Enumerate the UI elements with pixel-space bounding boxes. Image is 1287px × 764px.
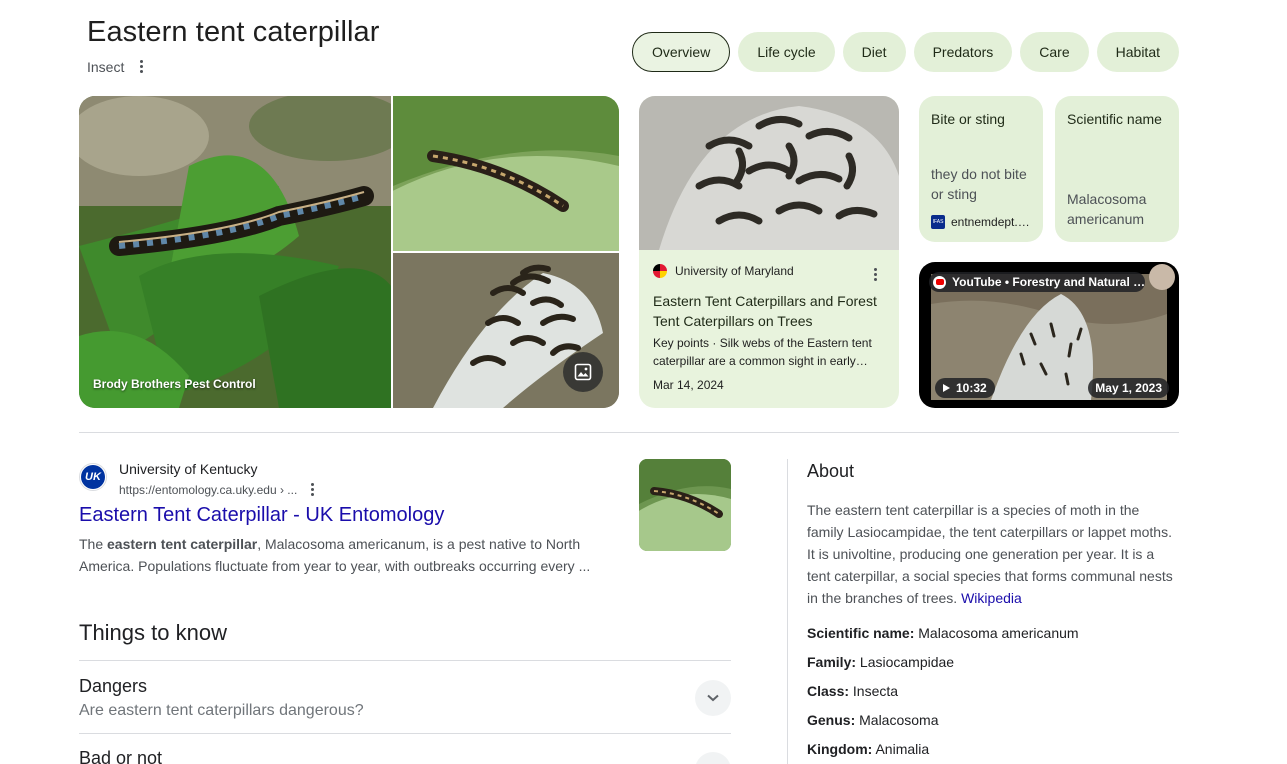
column-divider [787,459,788,764]
image-caption: Brody Brothers Pest Control [93,377,256,391]
fact-value: Malacosoma americanum [1067,191,1147,227]
umd-article-date: Mar 14, 2024 [653,378,724,392]
video-duration-badge: 10:32 [935,378,995,398]
caterpillar-leaf-image[interactable] [393,96,619,251]
fact-row: Kingdom: Animalia [807,741,930,757]
uk-logo-icon: UK [81,465,105,489]
scientific-name-card[interactable]: Scientific name Malacosoma americanum [1055,96,1179,242]
umd-article-image [639,96,899,250]
tab-predators[interactable]: Predators [913,32,1013,72]
umd-source: University of Maryland [653,264,794,278]
wikipedia-link[interactable]: Wikipedia [961,590,1022,606]
bite-or-sting-card[interactable]: Bite or sting they do not bite or sting … [919,96,1043,242]
fact-value: they do not bite or sting [931,166,1027,202]
accordion-question: Dangers [79,676,148,696]
more-images-button[interactable] [563,352,603,392]
about-facts: Scientific name: Malacosoma americanum F… [807,625,1079,764]
umd-logo-icon [653,264,667,278]
accordion-subtitle: Are eastern tent caterpillars dangerous? [79,702,364,719]
video-duration: 10:32 [956,381,987,395]
tab-overview[interactable]: Overview [631,32,731,72]
things-to-know-heading: Things to know [79,620,227,645]
umd-article-card[interactable]: University of Maryland Eastern Tent Cate… [639,96,899,408]
result-site-name: University of Kentucky [119,461,258,477]
more-options-icon[interactable] [136,58,147,75]
chevron-down-icon [707,694,719,702]
result-snippet: The eastern tent caterpillar, Malacosoma… [79,536,591,574]
fact-row: Genus: Malacosoma [807,712,939,728]
tab-life-cycle[interactable]: Life cycle [738,32,835,72]
entity-type: Insect [87,58,125,75]
youtube-video-card[interactable]: YouTube • Forestry and Natural … 10:32 M… [919,262,1179,408]
fact-source: IFAS entnemdept.… [931,212,1030,232]
fact-row: Scientific name: Malacosoma americanum [807,625,1079,641]
video-channel-badge: YouTube • Forestry and Natural … [929,272,1145,292]
accordion-bad-or-not[interactable]: Bad or not [79,733,731,764]
accordion-dangers[interactable]: Dangers Are eastern tent caterpillars da… [79,660,731,733]
umd-more-icon[interactable] [870,266,881,283]
fact-label: Scientific name [1067,111,1162,127]
caterpillar-nest-image[interactable] [393,253,619,408]
fact-label: Bite or sting [931,111,1005,127]
about-description: The eastern tent caterpillar is a specie… [807,502,1173,606]
image-gallery-icon [574,363,592,381]
youtube-icon [933,275,946,289]
umd-source-name: University of Maryland [675,264,794,278]
tab-diet[interactable]: Diet [842,32,906,72]
topic-tabs: Overview Life cycle Diet Predators Care … [631,32,1179,72]
umd-article-snippet: Key points · Silk webs of the Eastern te… [653,336,872,368]
video-date: May 1, 2023 [1088,378,1169,398]
entity-subtitle: Insect [87,58,147,75]
result-more-icon[interactable] [307,481,318,498]
page-title: Eastern tent caterpillar [87,16,380,48]
hero-image[interactable]: Brody Brothers Pest Control [79,96,391,408]
accordion-question: Bad or not [79,748,163,764]
ifas-logo-icon: IFAS [931,215,945,229]
channel-avatar [1149,264,1175,290]
result-title-link[interactable]: Eastern Tent Caterpillar - UK Entomology [79,504,444,527]
fact-row: Family: Lasiocampidae [807,654,955,670]
umd-article-title[interactable]: Eastern Tent Caterpillars and Forest Ten… [653,291,885,331]
expand-button[interactable] [695,680,731,716]
fact-source-name: entnemdept.… [951,215,1030,229]
play-icon [943,384,950,392]
about-heading: About [807,461,855,481]
expand-button[interactable] [695,752,731,764]
fact-row: Class: Insecta [807,683,899,699]
tab-habitat[interactable]: Habitat [1096,32,1179,72]
result-thumbnail[interactable] [639,459,731,551]
result-url: https://entomology.ca.uky.edu › ... [119,481,318,498]
uk-favicon: UK [79,463,107,491]
video-channel: YouTube • Forestry and Natural … [952,275,1145,289]
section-divider [79,432,1179,433]
result-url-text: https://entomology.ca.uky.edu › ... [119,482,298,497]
tab-care[interactable]: Care [1020,32,1089,72]
